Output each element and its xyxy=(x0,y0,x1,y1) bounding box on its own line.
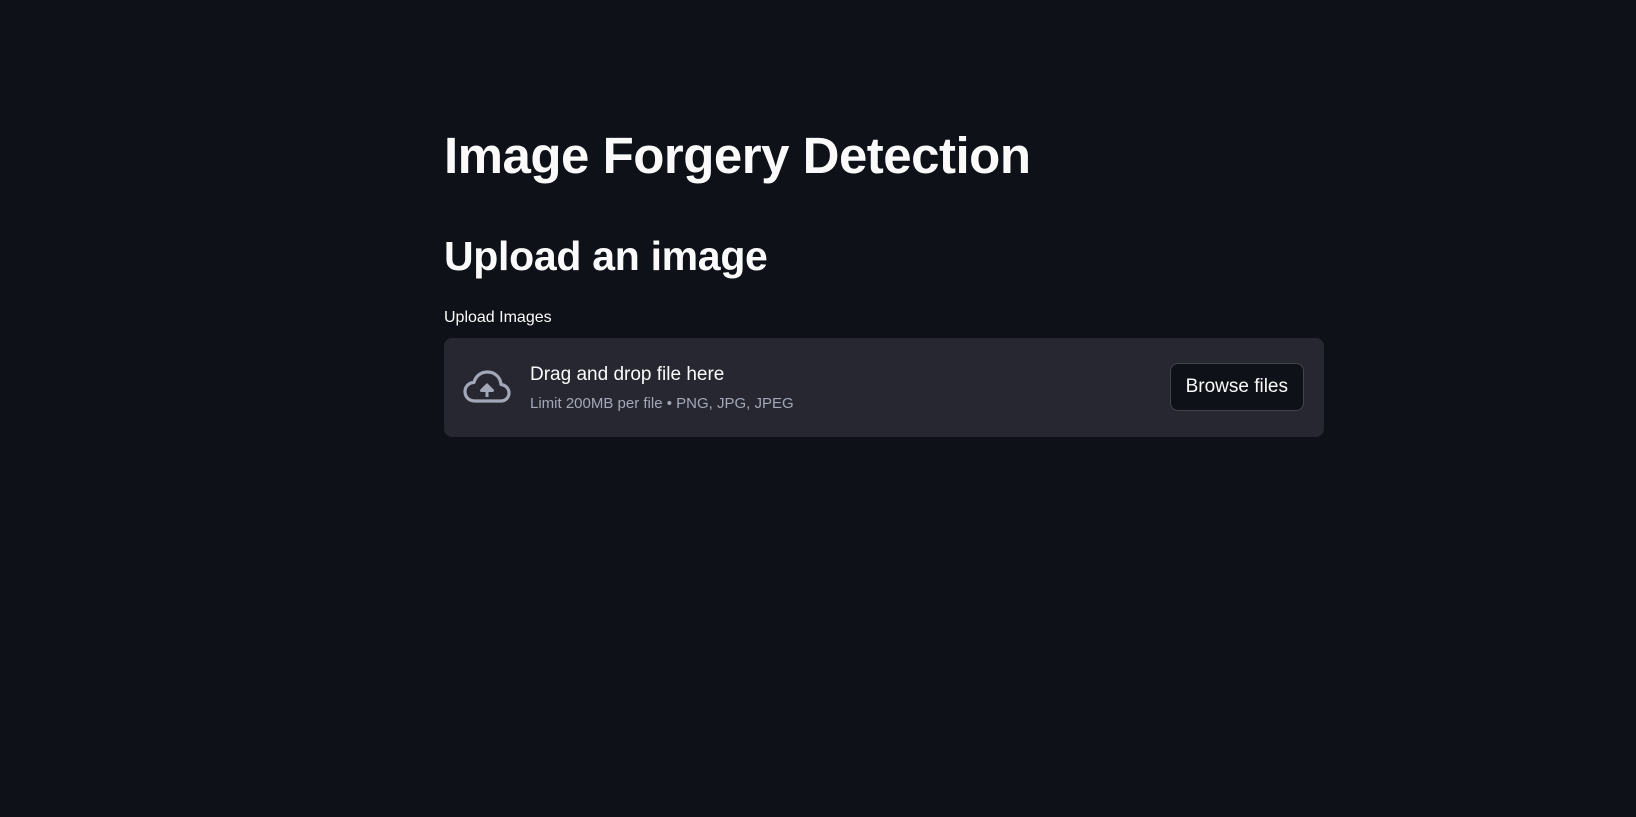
section-heading: Upload an image xyxy=(444,233,768,279)
browse-files-button[interactable]: Browse files xyxy=(1169,363,1304,411)
dropzone-title: Drag and drop file here xyxy=(530,364,725,385)
uploader-label: Upload Images xyxy=(444,309,552,326)
cloud-upload-icon xyxy=(463,368,511,408)
dropzone-instructions: Drag and drop file here Limit 200MB per … xyxy=(530,362,794,414)
page-title: Image Forgery Detection xyxy=(444,127,1031,184)
dropzone-limit-text: Limit 200MB per file • PNG, JPG, JPEG xyxy=(530,395,794,412)
file-dropzone[interactable]: Drag and drop file here Limit 200MB per … xyxy=(444,338,1324,437)
